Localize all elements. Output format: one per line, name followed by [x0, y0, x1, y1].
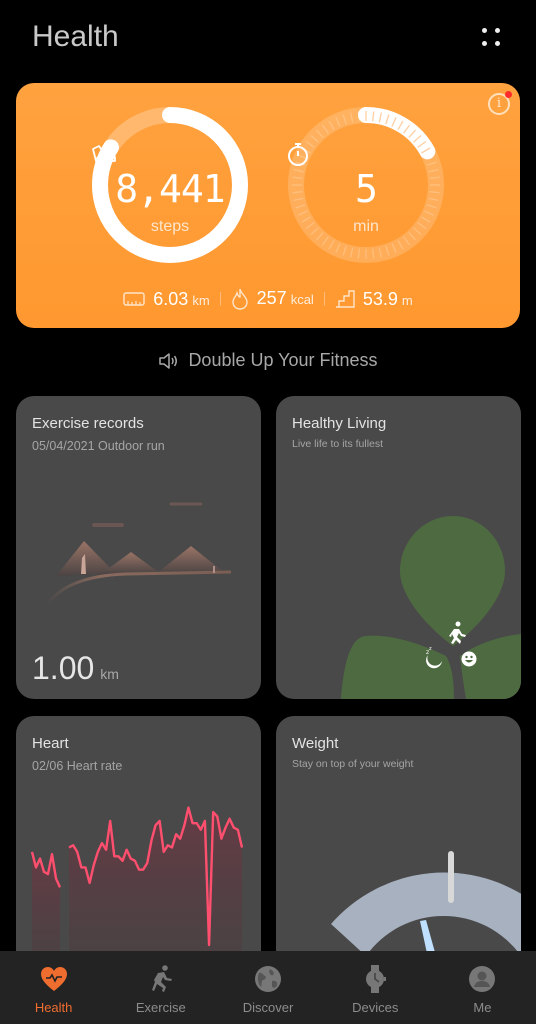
tab-devices[interactable]: Devices	[322, 951, 429, 1024]
speaker-icon	[159, 353, 178, 369]
globe-icon	[255, 966, 281, 992]
flame-icon	[231, 288, 248, 310]
exercise-records-card[interactable]: Exercise records 05/04/2021 Outdoor run …	[16, 396, 261, 699]
leaf-exercise	[400, 516, 505, 646]
four-dots-menu-icon[interactable]	[480, 26, 502, 48]
tab-me[interactable]: Me	[429, 951, 536, 1024]
stairs-icon	[335, 290, 355, 308]
summary-stats: 6.03 km 257 kcal 53.9 m	[16, 288, 520, 310]
weight-card[interactable]: Weight Stay on top of your weight	[276, 716, 521, 976]
page-title: Health	[32, 20, 119, 53]
active-minutes-value: 5	[355, 167, 378, 211]
profile-icon	[469, 966, 496, 992]
steps-value: 8,441	[115, 167, 225, 211]
tab-discover[interactable]: Discover	[214, 951, 321, 1024]
bottom-tab-bar: Health Exercise Discover Devices Me	[0, 951, 536, 1024]
watch-icon	[366, 965, 387, 993]
heart-card[interactable]: Heart 02/06 Heart rate	[16, 716, 261, 976]
steps-unit: steps	[150, 218, 190, 235]
running-icon	[151, 965, 172, 992]
distance-stat: 6.03 km	[113, 289, 219, 310]
exercise-distance: 1.00 km	[32, 650, 119, 686]
svg-text:z: z	[429, 646, 432, 652]
info-icon[interactable]: i	[488, 91, 512, 115]
calories-stat: 257 kcal	[221, 288, 324, 310]
heart-pulse-icon	[40, 967, 67, 991]
heart-rate-chart	[30, 806, 244, 976]
promo-banner[interactable]: Double Up Your Fitness	[0, 350, 536, 371]
weight-gauge	[331, 851, 521, 958]
header: Health	[0, 0, 536, 80]
ruler-icon	[123, 292, 145, 306]
activity-summary-card[interactable]: i 8,441 steps 5 min 6.03 km 257 kcal 53.…	[16, 83, 520, 328]
tab-health[interactable]: Health	[0, 951, 107, 1024]
gauge-marker	[448, 851, 454, 903]
notification-dot	[505, 91, 512, 98]
promo-text: Double Up Your Fitness	[188, 350, 378, 370]
active-minutes-unit: min	[353, 218, 379, 235]
steps-ring[interactable]: 8,441 steps	[90, 105, 250, 265]
active-minutes-ring[interactable]: 5 min	[286, 105, 446, 265]
smile-icon	[461, 651, 477, 667]
healthy-living-card[interactable]: Healthy Living Live life to its fullest …	[276, 396, 521, 699]
clover-illustration: zz	[341, 516, 521, 699]
tab-exercise[interactable]: Exercise	[107, 951, 214, 1024]
elevation-stat: 53.9 m	[325, 289, 423, 310]
leaf-mood	[460, 634, 521, 699]
